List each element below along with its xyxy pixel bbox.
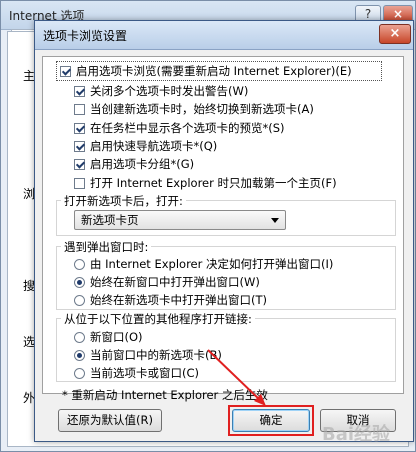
red-arrow-icon: [207, 349, 266, 406]
watermark: Bai经验: [322, 424, 391, 445]
